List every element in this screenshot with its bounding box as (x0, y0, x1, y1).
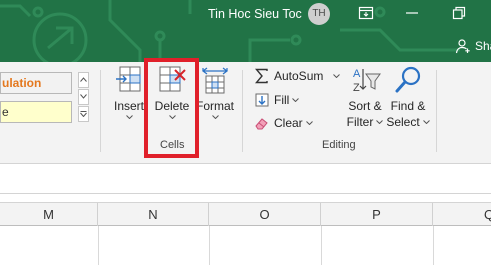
magnifier-icon (395, 66, 421, 93)
sort-filter-icon: A Z (353, 68, 381, 94)
column-header-n[interactable]: N (98, 203, 209, 226)
chevron-down-icon (422, 120, 430, 124)
worksheet-grid[interactable] (0, 226, 491, 265)
autosum-button[interactable]: AutoSum (254, 68, 344, 84)
styles-scroll-down-button[interactable] (78, 89, 89, 105)
grid-line (209, 226, 210, 265)
chevron-up-icon (80, 77, 87, 82)
share-label: Sha (475, 39, 491, 53)
group-divider (100, 70, 101, 152)
title-bar: Tin Hoc Sieu Toc TH Sha (0, 0, 491, 62)
styles-more-button[interactable] (78, 106, 89, 122)
format-cells-label: Format (195, 99, 234, 113)
editing-group-label: Editing (322, 139, 356, 151)
chevron-down-icon (376, 120, 384, 124)
more-styles-icon (80, 111, 87, 117)
chevron-down-icon (305, 121, 313, 125)
column-header-o[interactable]: O (209, 203, 321, 226)
svg-text:A: A (353, 68, 361, 80)
clear-button[interactable]: Clear (254, 115, 317, 131)
user-avatar[interactable]: TH (308, 3, 330, 25)
sort-filter-button[interactable]: A Z Sort & Filter (344, 65, 386, 129)
find-select-label-line2: Select (386, 115, 420, 129)
chevron-down-icon (333, 74, 341, 78)
group-divider (242, 70, 243, 152)
window-title: Tin Hoc Sieu Toc (208, 7, 302, 21)
ribbon-home: ulation e Insert Delete Format Cells Aut… (0, 62, 491, 164)
grid-line (321, 226, 322, 265)
insert-cells-label: Insert (113, 99, 144, 113)
formula-bar[interactable] (0, 164, 491, 194)
fill-button[interactable]: Fill (254, 92, 303, 108)
clear-label: Clear (274, 116, 303, 130)
sort-filter-label-line2: Filter (346, 115, 374, 129)
insert-cells-icon (116, 66, 141, 92)
cell-style-calculation[interactable]: ulation (0, 72, 72, 94)
styles-scroll-up-button[interactable] (78, 72, 89, 88)
eraser-icon (255, 118, 268, 130)
sigma-icon (254, 68, 268, 84)
column-header-m[interactable]: M (0, 203, 98, 226)
chevron-down-icon (80, 94, 87, 99)
restore-icon[interactable] (451, 5, 467, 21)
cells-group-highlight-box (144, 58, 199, 158)
chevron-down-icon (125, 115, 133, 119)
cell-style-note[interactable]: e (0, 101, 72, 123)
ribbon-display-options-icon[interactable] (358, 5, 374, 21)
fill-label: Fill (274, 93, 290, 107)
svg-text:Z: Z (353, 82, 360, 94)
autosum-label: AutoSum (274, 69, 324, 83)
format-cells-icon (202, 67, 228, 94)
column-header-p[interactable]: P (321, 203, 433, 226)
insert-cells-button[interactable]: Insert (112, 65, 146, 119)
sort-filter-label-line1: Sort & (348, 99, 382, 113)
chevron-down-icon (292, 98, 300, 102)
fill-down-icon (255, 93, 269, 107)
share-button[interactable]: Sha (455, 38, 491, 54)
minimize-icon[interactable] (404, 5, 420, 21)
find-select-button[interactable]: Find & Select (386, 65, 430, 129)
share-person-icon (455, 39, 470, 54)
find-select-label-line1: Find & (390, 99, 426, 113)
grid-line (98, 226, 99, 265)
chevron-down-icon (211, 115, 219, 119)
column-headers: M N O P Q (0, 202, 491, 226)
column-header-q[interactable]: Q (433, 203, 491, 226)
group-divider (436, 70, 437, 152)
grid-line (433, 226, 434, 265)
format-cells-button[interactable]: Format (195, 65, 235, 119)
